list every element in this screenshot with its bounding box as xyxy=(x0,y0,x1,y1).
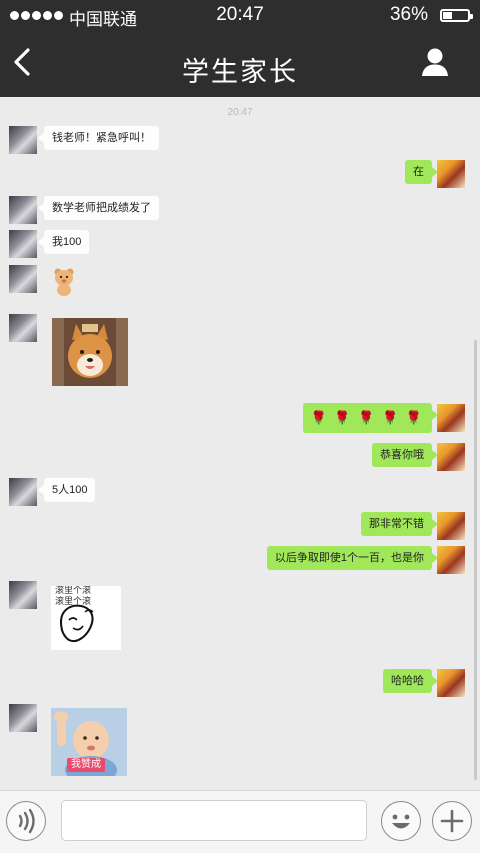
contact-avatar[interactable] xyxy=(9,478,37,506)
incoming-message[interactable]: 钱老师！紧急呼叫！ xyxy=(38,126,159,150)
voice-icon xyxy=(18,808,35,834)
input-bar xyxy=(0,790,480,853)
outgoing-message[interactable]: 那非常不错 xyxy=(361,512,438,536)
chat-scrollbar[interactable] xyxy=(474,340,477,780)
incoming-message[interactable]: 我100 xyxy=(37,230,90,254)
my-avatar[interactable] xyxy=(437,160,465,188)
emoji-button[interactable] xyxy=(381,801,421,841)
outgoing-message[interactable]: 以后争取即使1个一百，也是你 xyxy=(266,546,439,570)
status-bar: 中国联通 20:47 36% xyxy=(0,0,480,32)
battery-percent: 36% xyxy=(389,4,428,25)
emoji-icon xyxy=(392,814,410,829)
my-avatar[interactable] xyxy=(437,404,465,432)
message-timestamp: 20:47 xyxy=(227,107,253,118)
contact-avatar[interactable] xyxy=(9,230,37,258)
voice-input-button[interactable] xyxy=(6,801,46,841)
meme-sticker[interactable]: 滚里个滚 滚里个滚 xyxy=(51,586,121,650)
shiba-dog-sticker[interactable] xyxy=(52,318,128,386)
contact-avatar[interactable] xyxy=(9,314,37,342)
person-icon xyxy=(422,48,448,76)
sticker-caption: 我赞成 xyxy=(67,758,105,772)
page-title: 学生家长 xyxy=(182,57,298,87)
contact-avatar[interactable] xyxy=(9,704,37,732)
bear-sticker[interactable] xyxy=(52,266,76,296)
my-avatar[interactable] xyxy=(437,546,465,574)
incoming-message[interactable]: 5人100 xyxy=(37,478,96,502)
contact-avatar[interactable] xyxy=(9,196,37,224)
contact-avatar[interactable] xyxy=(9,265,37,293)
incoming-message[interactable]: 数学老师把成绩发了 xyxy=(38,196,159,220)
baby-sticker[interactable]: 我赞成 xyxy=(51,708,127,776)
my-avatar[interactable] xyxy=(437,443,465,471)
contact-avatar[interactable] xyxy=(9,581,37,609)
contact-avatar[interactable] xyxy=(9,126,37,154)
outgoing-message[interactable]: 恭喜你哦 xyxy=(372,443,438,467)
more-options-button[interactable] xyxy=(432,801,472,841)
my-avatar[interactable] xyxy=(437,669,465,697)
top-bar: 中国联通 20:47 36% 学生家长 xyxy=(0,0,480,97)
message-input[interactable] xyxy=(61,800,367,841)
plus-icon xyxy=(440,809,464,833)
chat-info-button[interactable] xyxy=(420,46,450,78)
battery-icon xyxy=(440,9,473,22)
my-avatar[interactable] xyxy=(437,512,465,540)
outgoing-message-roses[interactable]: 🌹 🌹 🌹 🌹 🌹 xyxy=(302,403,439,433)
outgoing-message[interactable]: 在 xyxy=(405,160,438,184)
outgoing-message[interactable]: 哈哈哈 xyxy=(383,669,438,693)
